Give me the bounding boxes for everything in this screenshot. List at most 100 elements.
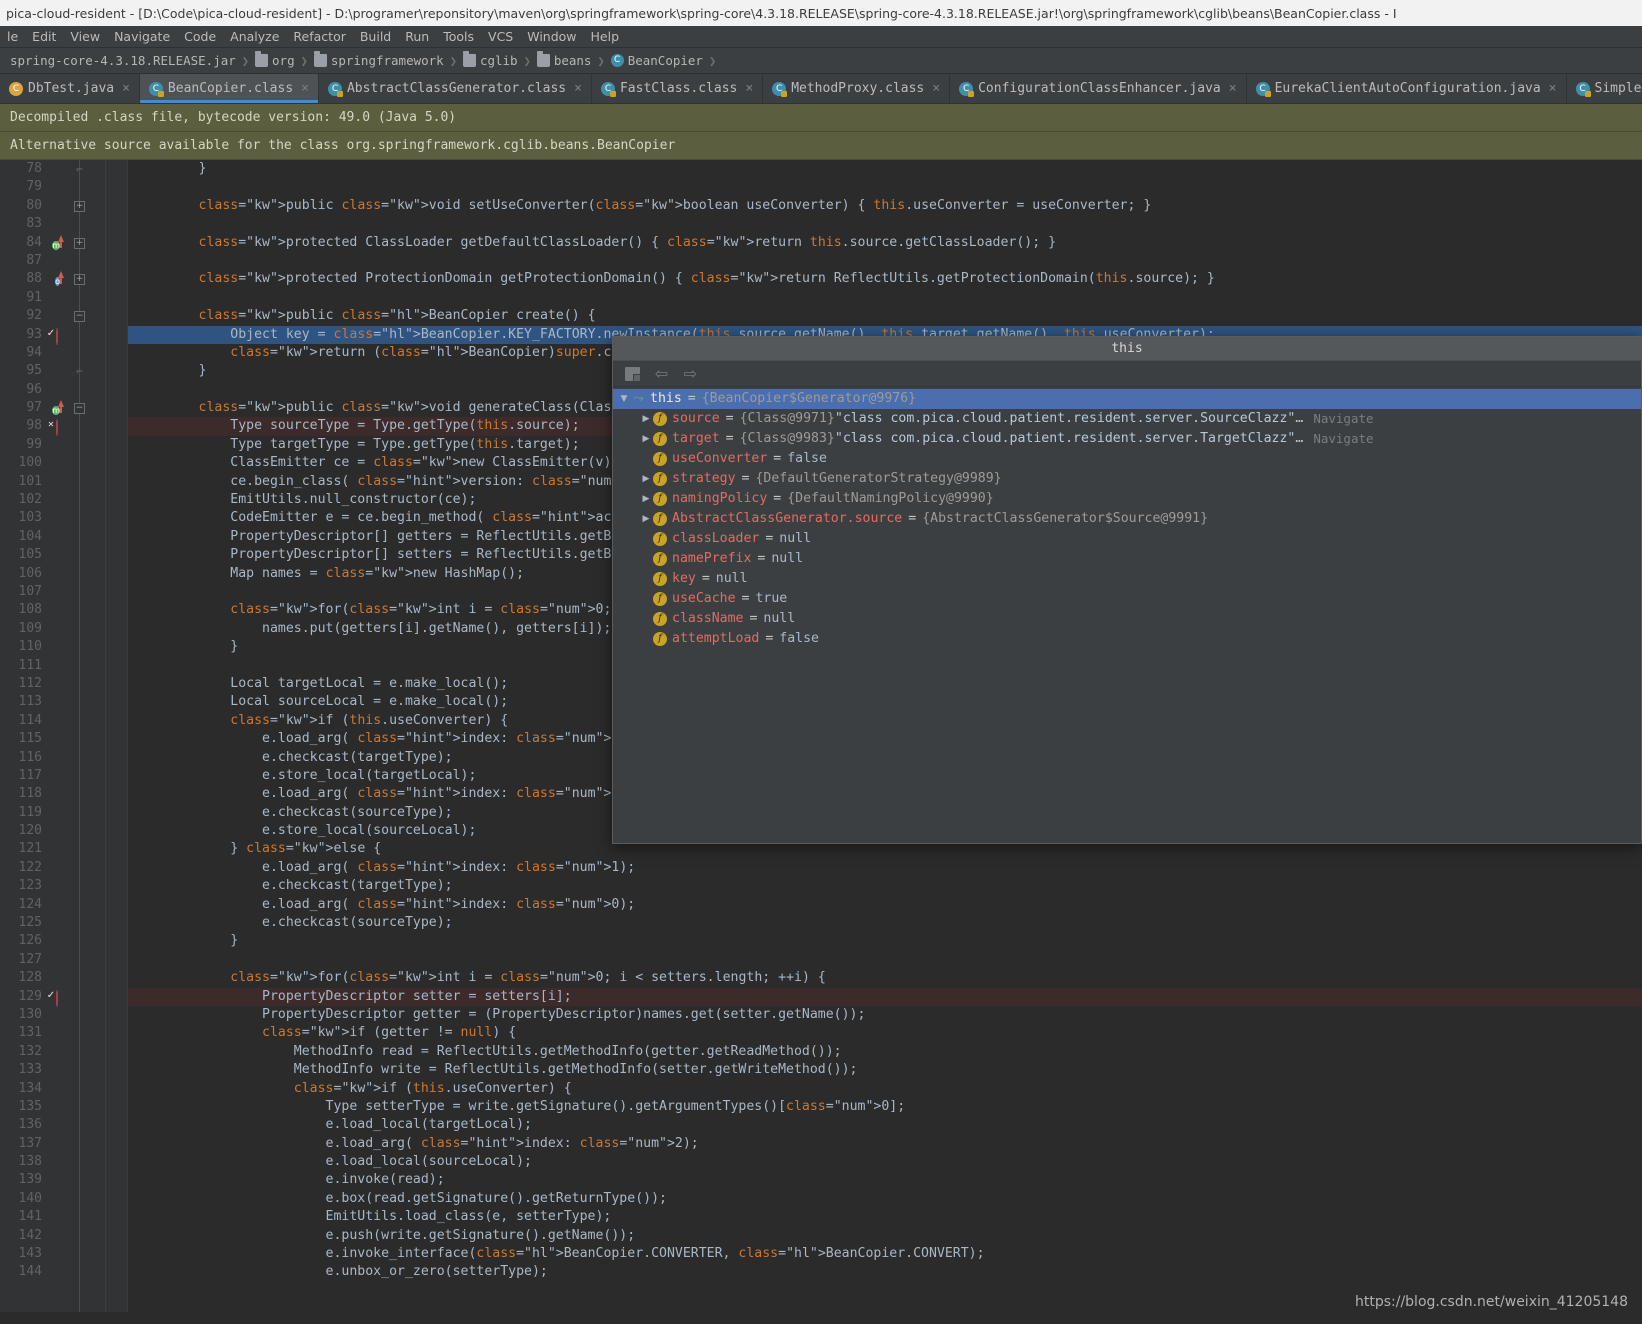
navigate-link[interactable]: Navigate xyxy=(1313,429,1373,449)
tree-expand-toggle[interactable]: ▶ xyxy=(639,469,653,489)
code-line[interactable]: MethodInfo read = ReflectUtils.getMethod… xyxy=(128,1043,1642,1061)
code-line[interactable]: e.load_local(targetLocal); xyxy=(128,1116,1642,1134)
variable-row[interactable]: ▶fuseConverter=false xyxy=(613,449,1641,469)
fold-collapse-icon[interactable]: − xyxy=(74,311,85,323)
code-line[interactable]: } xyxy=(128,160,1642,178)
variable-row[interactable]: ▶fclassLoader=null xyxy=(613,529,1641,549)
code-line[interactable]: MethodInfo write = ReflectUtils.getMetho… xyxy=(128,1061,1642,1079)
code-line[interactable] xyxy=(128,178,1642,196)
fold-expand-icon[interactable]: + xyxy=(74,200,85,212)
variables-tree[interactable]: ▼ ⤳ this = {BeanCopier$Generator@9976} ▶ f sour… xyxy=(613,387,1641,843)
code-line[interactable]: class="kw">if (this.useConverter) { xyxy=(128,1080,1642,1098)
debugger-value-popup[interactable]: this ⇦ ⇨ ▼ ⤳ this = {BeanCopier$Generator@99… xyxy=(612,336,1642,844)
fold-end-icon[interactable]: ⌐ xyxy=(74,164,85,175)
menu-item-vcs[interactable]: VCS xyxy=(481,28,520,45)
menu-item-analyze[interactable]: Analyze xyxy=(223,28,286,45)
variable-row[interactable]: ▶fuseCache=true xyxy=(613,589,1641,609)
code-line[interactable]: class="kw">for(class="kw">int i = class=… xyxy=(128,969,1642,987)
breadcrumb-item-beancopier[interactable]: C BeanCopier xyxy=(609,53,705,68)
tab-beancopier-class[interactable]: C BeanCopier.class × xyxy=(139,74,319,103)
arrow-left-icon[interactable]: ⇦ xyxy=(654,365,669,381)
breadcrumb-item-beans[interactable]: beans xyxy=(535,51,594,68)
code-line[interactable]: e.load_arg( class="hint">index: class="n… xyxy=(128,1135,1642,1153)
code-line[interactable]: } xyxy=(128,932,1642,950)
variable-row[interactable]: ▶ f target = {Class@9983} "class com.pica.cl… xyxy=(613,429,1641,449)
tab-close-icon[interactable]: × xyxy=(932,81,940,96)
code-line[interactable]: e.load_local(sourceLocal); xyxy=(128,1153,1642,1171)
code-line[interactable]: e.checkcast(targetType); xyxy=(128,877,1642,895)
tab-close-icon[interactable]: × xyxy=(1229,81,1237,96)
code-line[interactable] xyxy=(128,951,1642,969)
menu-item-build[interactable]: Build xyxy=(353,28,398,45)
menu-item-tools[interactable]: Tools xyxy=(436,28,481,45)
code-line[interactable]: class="kw">if (getter != null) { xyxy=(128,1024,1642,1042)
tab-close-icon[interactable]: × xyxy=(574,81,582,96)
code-line[interactable]: PropertyDescriptor setter = setters[i]; xyxy=(128,987,1642,1006)
code-line[interactable]: e.load_arg( class="hint">index: class="n… xyxy=(128,896,1642,914)
tab-dbtest-java[interactable]: C DbTest.java × xyxy=(0,74,140,103)
code-line[interactable]: PropertyDescriptor getter = (PropertyDes… xyxy=(128,1006,1642,1024)
variable-row[interactable]: ▶fclassName=null xyxy=(613,609,1641,629)
tab-configurationclassenhancer-java[interactable]: C ConfigurationClassEnhancer.java × xyxy=(950,74,1247,103)
code-line[interactable]: e.load_arg( class="hint">index: class="n… xyxy=(128,859,1642,877)
menu-item-help[interactable]: Help xyxy=(584,28,627,45)
tab-eurekaclientautoconfiguration-java[interactable]: C EurekaClientAutoConfiguration.java × xyxy=(1247,74,1567,103)
menu-item-refactor[interactable]: Refactor xyxy=(286,28,352,45)
variable-row[interactable]: ▶ f source = {Class@9971} "class com.pica.cl… xyxy=(613,409,1641,429)
tab-close-icon[interactable]: × xyxy=(122,81,130,96)
breadcrumb-item-springframework[interactable]: springframework xyxy=(312,51,446,68)
arrow-right-icon[interactable]: ⇨ xyxy=(683,365,698,381)
fold-end-icon[interactable]: ⌐ xyxy=(74,366,85,377)
variable-row[interactable]: ▶ f strategy = {DefaultGeneratorStrategy@998… xyxy=(613,469,1641,489)
variable-row[interactable]: ▶fattemptLoad=false xyxy=(613,629,1641,649)
menu-item-navigate[interactable]: Navigate xyxy=(107,28,177,45)
fold-expand-icon[interactable]: + xyxy=(74,237,85,249)
fold-expand-icon[interactable]: + xyxy=(74,274,85,286)
code-line[interactable]: EmitUtils.load_class(e, setterType); xyxy=(128,1208,1642,1226)
tab-simple[interactable]: C Simple xyxy=(1567,74,1642,103)
code-line[interactable]: e.invoke(read); xyxy=(128,1171,1642,1189)
tab-close-icon[interactable]: × xyxy=(1549,81,1557,96)
code-line[interactable]: Type setterType = write.getSignature().g… xyxy=(128,1098,1642,1116)
code-line[interactable]: e.checkcast(sourceType); xyxy=(128,914,1642,932)
menu-item-run[interactable]: Run xyxy=(398,28,436,45)
tree-expand-toggle[interactable]: ▶ xyxy=(639,409,653,429)
code-line[interactable] xyxy=(128,252,1642,270)
breadcrumb-item-cglib[interactable]: cglib xyxy=(461,51,520,68)
tree-expand-toggle[interactable]: ▼ xyxy=(617,389,631,409)
code-line[interactable]: class="kw">public class="hl">BeanCopier … xyxy=(128,307,1642,325)
navigate-link[interactable]: Navigate xyxy=(1313,409,1373,429)
fold-collapse-icon[interactable]: − xyxy=(74,403,85,415)
variable-row[interactable]: ▶ f namingPolicy = {DefaultNamingPolicy@9990… xyxy=(613,489,1641,509)
tab-fastclass-class[interactable]: C FastClass.class × xyxy=(592,74,764,103)
variable-row[interactable]: ▶fnamePrefix=null xyxy=(613,549,1641,569)
tree-expand-toggle[interactable]: ▶ xyxy=(639,489,653,509)
code-line[interactable] xyxy=(128,215,1642,233)
menu-item-file[interactable]: le xyxy=(0,28,25,45)
code-line[interactable] xyxy=(128,289,1642,307)
variable-row[interactable]: ▼ ⤳ this = {BeanCopier$Generator@9976} xyxy=(613,389,1641,409)
menu-item-window[interactable]: Window xyxy=(520,28,583,45)
breadcrumb-item-jar[interactable]: spring-core-4.3.18.RELEASE.jar xyxy=(8,53,238,68)
menu-item-view[interactable]: View xyxy=(63,28,107,45)
code-line[interactable]: e.invoke_interface(class="hl">BeanCopier… xyxy=(128,1245,1642,1263)
code-line[interactable]: e.push(write.getSignature().getName()); xyxy=(128,1227,1642,1245)
code-line[interactable]: class="kw">protected ClassLoader getDefa… xyxy=(128,234,1642,252)
tab-close-icon[interactable]: × xyxy=(301,81,309,96)
code-line[interactable]: e.box(read.getSignature().getReturnType(… xyxy=(128,1190,1642,1208)
code-line[interactable]: class="kw">public class="kw">void setUse… xyxy=(128,197,1642,215)
code-line[interactable]: class="kw">protected ProtectionDomain ge… xyxy=(128,270,1642,288)
breadcrumb-item-org[interactable]: org xyxy=(253,51,297,68)
menu-item-code[interactable]: Code xyxy=(177,28,223,45)
breakpoint-icon[interactable] xyxy=(44,989,58,1007)
tab-close-icon[interactable]: × xyxy=(745,81,753,96)
tab-methodproxy-class[interactable]: C MethodProxy.class × xyxy=(763,74,951,103)
frames-icon[interactable] xyxy=(625,366,641,382)
tab-abstractclassgenerator-class[interactable]: C AbstractClassGenerator.class × xyxy=(319,74,592,103)
tree-expand-toggle[interactable]: ▶ xyxy=(639,509,653,529)
variable-row[interactable]: ▶fkey=null xyxy=(613,569,1641,589)
breakpoint-icon[interactable] xyxy=(44,419,58,437)
code-line[interactable]: e.unbox_or_zero(setterType); xyxy=(128,1263,1642,1281)
editor-gutter[interactable]: ⌐7879 +80 83 m+84 87 o+88 91 −92 9394 ⌐9596 m−9798… xyxy=(0,160,128,1312)
menu-item-edit[interactable]: Edit xyxy=(25,28,63,45)
